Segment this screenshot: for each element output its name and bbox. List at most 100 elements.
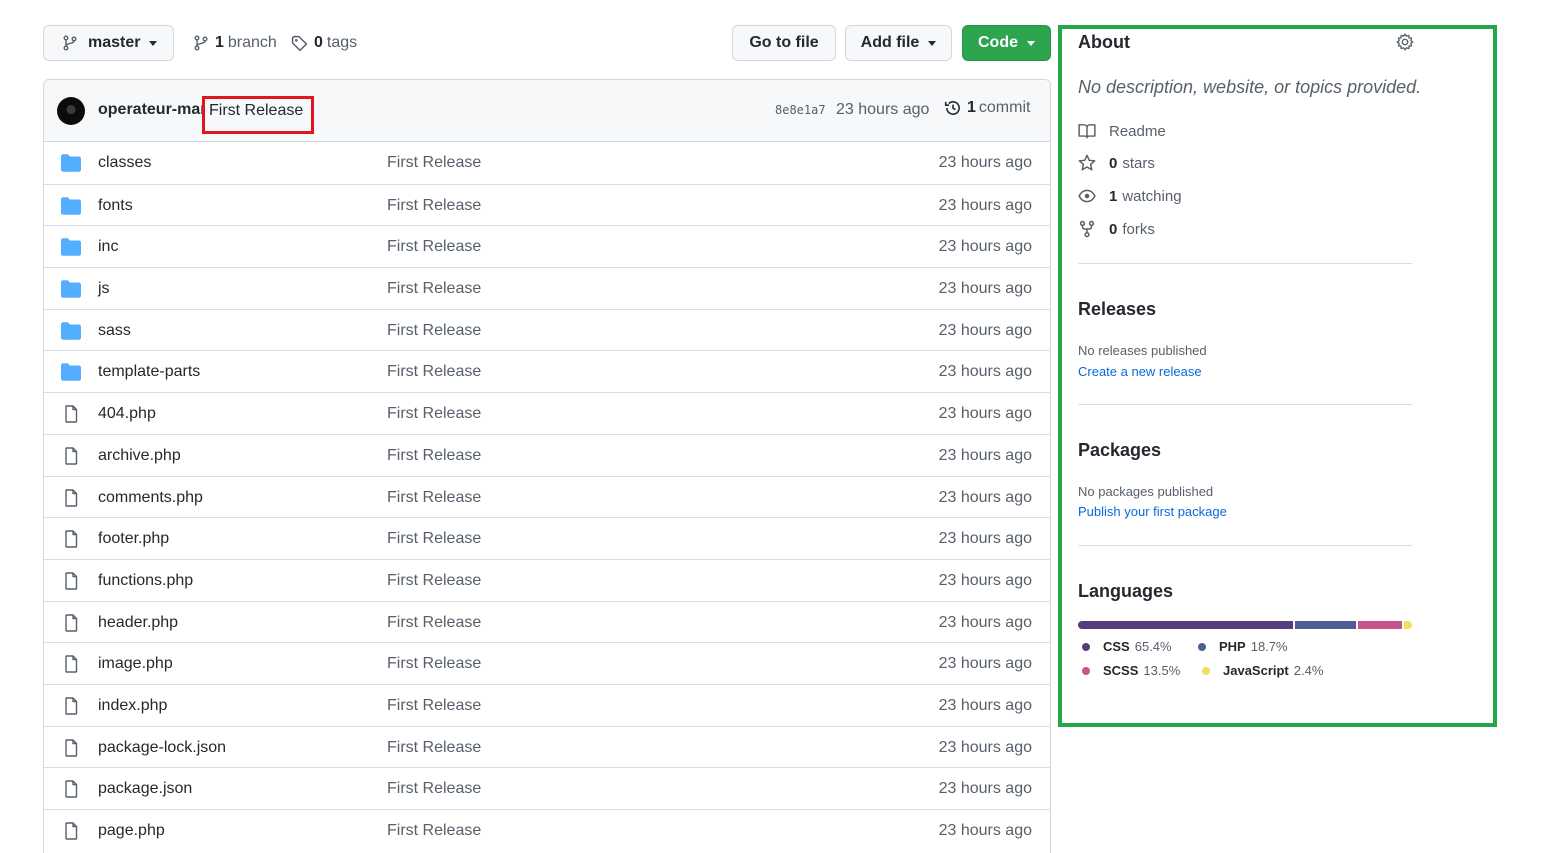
file-commit-message[interactable]: First Release [387, 530, 481, 548]
releases-heading[interactable]: Releases [1078, 299, 1156, 320]
readme-link[interactable]: Readme [1078, 120, 1166, 142]
file-icon [61, 530, 81, 548]
language-bar-segment [1078, 621, 1293, 629]
file-commit-message[interactable]: First Release [387, 322, 481, 340]
folder-icon [61, 363, 81, 382]
file-row[interactable]: comments.php First Release 23 hours ago [44, 475, 1050, 518]
language-item[interactable]: CSS 65.4% [1082, 639, 1172, 654]
file-name[interactable]: comments.php [98, 489, 203, 507]
file-row[interactable]: functions.php First Release 23 hours ago [44, 558, 1050, 601]
file-age: 23 hours ago [938, 321, 1032, 339]
file-age: 23 hours ago [938, 530, 1032, 548]
file-commit-message[interactable]: First Release [387, 697, 481, 715]
readme-label: Readme [1109, 122, 1166, 140]
file-row[interactable]: template-parts First Release 23 hours ago [44, 350, 1050, 392]
file-row[interactable]: index.php First Release 23 hours ago [44, 683, 1050, 726]
file-age: 23 hours ago [938, 446, 1032, 464]
watching-count: 1 [1109, 187, 1118, 205]
language-item[interactable]: PHP 18.7% [1198, 639, 1288, 654]
file-name[interactable]: sass [98, 322, 131, 340]
file-row[interactable]: sass First Release 23 hours ago [44, 308, 1050, 351]
file-commit-message[interactable]: First Release [387, 238, 481, 256]
file-row[interactable]: classes First Release 23 hours ago [44, 142, 1050, 184]
file-name[interactable]: header.php [98, 614, 178, 632]
file-name[interactable]: fonts [98, 197, 133, 215]
file-icon [61, 822, 81, 840]
file-icon [61, 488, 81, 507]
file-commit-message[interactable]: First Release [387, 739, 481, 757]
file-name[interactable]: inc [98, 238, 118, 256]
tag-count: 0 [314, 34, 323, 51]
file-name[interactable]: 404.php [98, 405, 156, 423]
avatar[interactable] [57, 97, 85, 125]
file-row[interactable]: package.json First Release 23 hours ago [44, 767, 1050, 809]
folder-icon [61, 322, 81, 340]
file-name[interactable]: footer.php [98, 530, 169, 548]
file-row[interactable]: header.php First Release 23 hours ago [44, 600, 1050, 643]
code-button[interactable]: Code [962, 25, 1051, 61]
watchers-link[interactable]: 1 watching [1078, 185, 1182, 207]
branch-name: master [88, 34, 141, 51]
file-row[interactable]: package-lock.json First Release 23 hours a… [44, 725, 1050, 768]
gear-icon[interactable] [1396, 33, 1414, 51]
file-row[interactable]: footer.php First Release 23 hours ago [44, 517, 1050, 559]
add-file-button[interactable]: Add file [845, 25, 952, 61]
file-name[interactable]: classes [98, 154, 151, 172]
file-commit-message[interactable]: First Release [387, 822, 481, 840]
branches-link[interactable]: 1 branch [193, 25, 277, 61]
commit-history-link[interactable]: 1 commit [944, 99, 1030, 117]
file-row[interactable]: js First Release 23 hours ago [44, 267, 1050, 309]
language-item[interactable]: SCSS 13.5% [1082, 663, 1180, 678]
file-commit-message[interactable]: First Release [387, 405, 481, 423]
file-row[interactable]: image.php First Release 23 hours ago [44, 642, 1050, 684]
forks-link[interactable]: 0 forks [1078, 218, 1155, 240]
file-name[interactable]: index.php [98, 697, 167, 715]
packages-heading[interactable]: Packages [1078, 440, 1161, 461]
language-percent: 18.7% [1250, 639, 1288, 654]
file-age: 23 hours ago [938, 655, 1032, 673]
file-commit-message[interactable]: First Release [387, 489, 481, 507]
file-row[interactable]: inc First Release 23 hours ago [44, 225, 1050, 267]
branch-select-button[interactable]: master [43, 25, 174, 61]
file-age: 23 hours ago [938, 571, 1032, 589]
file-name[interactable]: package-lock.json [98, 739, 226, 757]
commit-message[interactable]: First Release [202, 96, 314, 134]
file-row[interactable]: 404.php First Release 23 hours ago [44, 392, 1050, 434]
publish-package-link[interactable]: Publish your first package [1078, 504, 1227, 519]
file-age: 23 hours ago [938, 613, 1032, 631]
file-commit-message[interactable]: First Release [387, 447, 481, 465]
branch-label: branch [227, 34, 277, 51]
commit-sha[interactable]: 8e8e1a7 [775, 103, 826, 117]
file-commit-message[interactable]: First Release [387, 154, 481, 172]
history-icon [944, 101, 960, 115]
stars-link[interactable]: 0 stars [1078, 152, 1155, 174]
file-name[interactable]: image.php [98, 655, 173, 673]
file-commit-message[interactable]: First Release [387, 363, 481, 381]
file-commit-message[interactable]: First Release [387, 572, 481, 590]
file-commit-message[interactable]: First Release [387, 780, 481, 798]
file-age: 23 hours ago [938, 780, 1032, 798]
add-file-label: Add file [860, 34, 920, 51]
file-name[interactable]: page.php [98, 822, 165, 840]
file-age: 23 hours ago [938, 696, 1032, 714]
file-row[interactable]: fonts First Release 23 hours ago [44, 183, 1050, 226]
code-label: Code [978, 34, 1018, 51]
go-to-file-button[interactable]: Go to file [732, 25, 836, 61]
file-row[interactable]: page.php First Release 23 hours ago [44, 809, 1050, 851]
create-release-link[interactable]: Create a new release [1078, 364, 1202, 379]
file-name[interactable]: js [98, 280, 110, 298]
file-commit-message[interactable]: First Release [387, 614, 481, 632]
file-row[interactable]: archive.php First Release 23 hours ago [44, 433, 1050, 476]
language-item[interactable]: JavaScript 2.4% [1202, 663, 1323, 678]
tags-link[interactable]: 0 tags [291, 25, 357, 61]
file-name[interactable]: functions.php [98, 572, 193, 590]
file-commit-message[interactable]: First Release [387, 280, 481, 298]
file-name[interactable]: archive.php [98, 447, 181, 465]
divider [1078, 263, 1412, 264]
git-branch-icon [194, 35, 208, 51]
commit-author[interactable]: operateur-mar [98, 101, 202, 119]
file-commit-message[interactable]: First Release [387, 655, 481, 673]
file-name[interactable]: template-parts [98, 363, 200, 381]
file-name[interactable]: package.json [98, 780, 192, 798]
file-commit-message[interactable]: First Release [387, 197, 481, 215]
